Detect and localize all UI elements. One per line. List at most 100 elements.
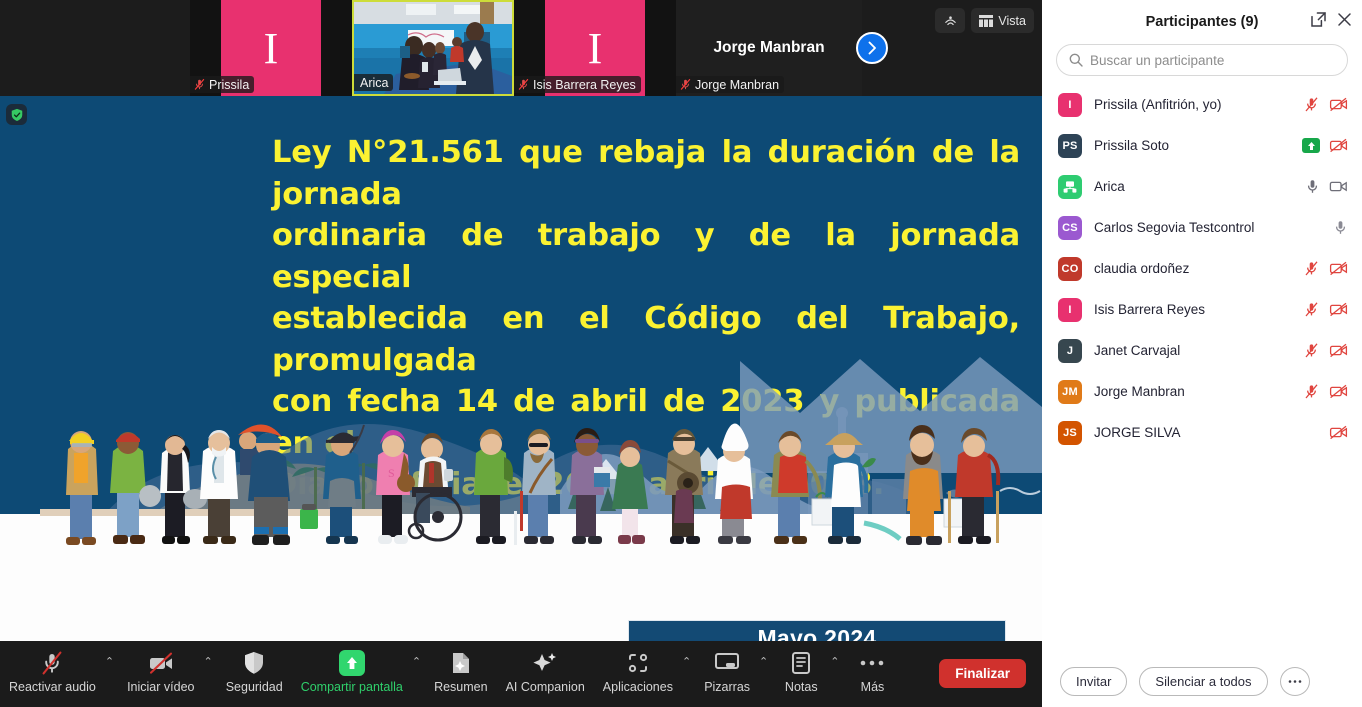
tile-label-jorge: Jorge Manbran <box>676 76 785 93</box>
whiteboard-icon <box>714 648 740 678</box>
screen-share-active-icon[interactable] <box>1302 138 1320 153</box>
participant-row[interactable]: JS JORGE SILVA <box>1042 412 1362 453</box>
video-on-icon[interactable] <box>1329 179 1348 194</box>
view-grid-icon <box>979 14 994 27</box>
close-icon[interactable] <box>1337 12 1352 27</box>
view-button[interactable]: Vista <box>971 8 1034 33</box>
share-screen-icon <box>338 648 365 678</box>
toolbar-button-notes[interactable]: Notas <box>772 641 830 707</box>
participant-actions <box>1303 383 1348 400</box>
tile-label-isis: Isis Barrera Reyes <box>514 76 641 93</box>
tile-name: Prissila <box>209 77 250 92</box>
video-off-icon[interactable] <box>1329 260 1348 277</box>
participant-name: Prissila Soto <box>1094 138 1170 153</box>
popout-icon[interactable] <box>1310 11 1327 28</box>
participants-panel-header: Participantes (9) <box>1042 0 1362 44</box>
tile-label-prissila: Prissila <box>190 76 255 93</box>
share-control-group: Compartir pantalla ⌃ <box>292 641 425 707</box>
end-meeting-button[interactable]: Finalizar <box>939 659 1026 688</box>
share-options-caret-icon[interactable]: ⌃ <box>412 641 425 668</box>
participant-row[interactable]: JM Jorge Manbran <box>1042 371 1362 412</box>
tile-name: Arica <box>360 75 389 90</box>
participant-name: claudia ordoñez <box>1094 261 1190 276</box>
toolbar-label: Notas <box>784 680 818 694</box>
participant-name: Jorge Manbran <box>1094 384 1185 399</box>
shared-screen-slide[interactable]: Ley N°21.561 que rebaja la duración de l… <box>0 96 1042 641</box>
meeting-info-button[interactable] <box>935 8 966 33</box>
avatar: I <box>1058 297 1082 322</box>
active-speaker-name: Jorge Manbran <box>713 39 825 56</box>
notes-options-caret-icon[interactable]: ⌃ <box>830 641 843 668</box>
participant-row[interactable]: I Isis Barrera Reyes <box>1042 289 1362 330</box>
avatar: PS <box>1058 133 1082 158</box>
room-system-icon <box>1063 180 1077 193</box>
mic-off-icon[interactable] <box>1303 383 1320 400</box>
avatar <box>1058 174 1082 199</box>
participant-row[interactable]: J Janet Carvajal <box>1042 330 1362 371</box>
whiteboard-options-caret-icon[interactable]: ⌃ <box>759 641 772 668</box>
participant-name: Prissila (Anfitrión, yo) <box>1094 97 1222 112</box>
participant-actions <box>1305 178 1348 195</box>
mic-on-icon[interactable] <box>1333 219 1348 236</box>
video-tile-arica[interactable]: Arica <box>352 0 514 96</box>
participant-row[interactable]: PS Prissila Soto <box>1042 125 1362 166</box>
video-tile-isis-barrera-reyes[interactable]: I Isis Barrera Reyes <box>514 0 676 96</box>
notes-icon <box>791 648 811 678</box>
toolbar-label: Aplicaciones <box>602 680 673 694</box>
toolbar-button-whiteboards[interactable]: Pizarras <box>695 641 759 707</box>
avatar: CO <box>1058 256 1082 281</box>
toolbar-button-summary[interactable]: Resumen <box>425 641 497 707</box>
participant-row[interactable]: CO claudia ordoñez <box>1042 248 1362 289</box>
video-off-icon[interactable] <box>1329 383 1348 400</box>
mic-off-icon[interactable] <box>1303 96 1320 113</box>
participant-name: Janet Carvajal <box>1094 343 1181 358</box>
participant-row[interactable]: CS Carlos Segovia Testcontrol <box>1042 207 1362 248</box>
mic-on-icon[interactable] <box>1305 178 1320 195</box>
participant-search-box[interactable] <box>1056 44 1348 76</box>
toolbar-label: Resumen <box>434 680 488 694</box>
invite-button[interactable]: Invitar <box>1060 666 1128 696</box>
video-off-icon[interactable] <box>1329 301 1348 318</box>
meeting-toolbar: Reactivar audio ⌃ Iniciar vídeo ⌃ Seguri… <box>0 641 1042 707</box>
participant-actions <box>1303 342 1348 359</box>
participant-name: Carlos Segovia Testcontrol <box>1094 220 1255 235</box>
audio-options-caret-icon[interactable]: ⌃ <box>105 641 118 668</box>
panel-more-button[interactable] <box>1279 666 1310 696</box>
toolbar-button-unmute[interactable]: Reactivar audio <box>0 641 105 707</box>
participant-name: JORGE SILVA <box>1094 425 1181 440</box>
chevron-right-icon <box>868 41 876 55</box>
toolbar-button-apps[interactable]: Aplicaciones <box>594 641 682 707</box>
toolbar-button-start-video[interactable]: Iniciar vídeo <box>118 641 203 707</box>
mic-off-icon[interactable] <box>1303 342 1320 359</box>
mic-off-icon <box>680 78 691 90</box>
toolbar-button-share-screen[interactable]: Compartir pantalla <box>292 641 412 707</box>
toolbar-button-ai-companion[interactable]: AI Companion <box>497 641 594 707</box>
video-off-icon[interactable] <box>1329 137 1348 154</box>
sparkle-icon <box>532 648 558 678</box>
search-input[interactable] <box>1090 52 1335 68</box>
mute-all-button[interactable]: Silenciar a todos <box>1139 666 1268 696</box>
video-off-icon[interactable] <box>1329 424 1348 441</box>
video-off-icon[interactable] <box>1329 96 1348 113</box>
mic-off-icon[interactable] <box>1303 260 1320 277</box>
view-button-label: Vista <box>998 13 1026 28</box>
toolbar-button-more[interactable]: Más <box>843 641 901 707</box>
slide-caption-box: Mayo 2024 Juan Manuel Carrasco Abogado <box>628 620 1006 641</box>
summary-icon <box>450 648 472 678</box>
panel-header-actions <box>1310 11 1352 28</box>
video-tile-jorge-manbran[interactable]: Jorge Manbran Jorge Manbran <box>676 0 862 96</box>
apps-options-caret-icon[interactable]: ⌃ <box>682 641 695 668</box>
video-off-icon[interactable] <box>1329 342 1348 359</box>
shield-icon <box>243 648 265 678</box>
filmstrip-next-page-button[interactable] <box>856 32 888 64</box>
participant-search-wrap <box>1042 44 1362 76</box>
participant-list: I Prissila (Anfitrión, yo) PS Prissila S… <box>1042 84 1362 453</box>
participant-row[interactable]: Arica <box>1042 166 1362 207</box>
toolbar-button-security[interactable]: Seguridad <box>217 641 292 707</box>
apps-control-group: Aplicaciones ⌃ <box>594 641 695 707</box>
video-tile-prissila[interactable]: I Prissila <box>190 0 352 96</box>
video-options-caret-icon[interactable]: ⌃ <box>203 641 216 668</box>
participant-row[interactable]: I Prissila (Anfitrión, yo) <box>1042 84 1362 125</box>
mic-off-icon[interactable] <box>1303 301 1320 318</box>
toolbar-label: Iniciar vídeo <box>127 680 195 694</box>
